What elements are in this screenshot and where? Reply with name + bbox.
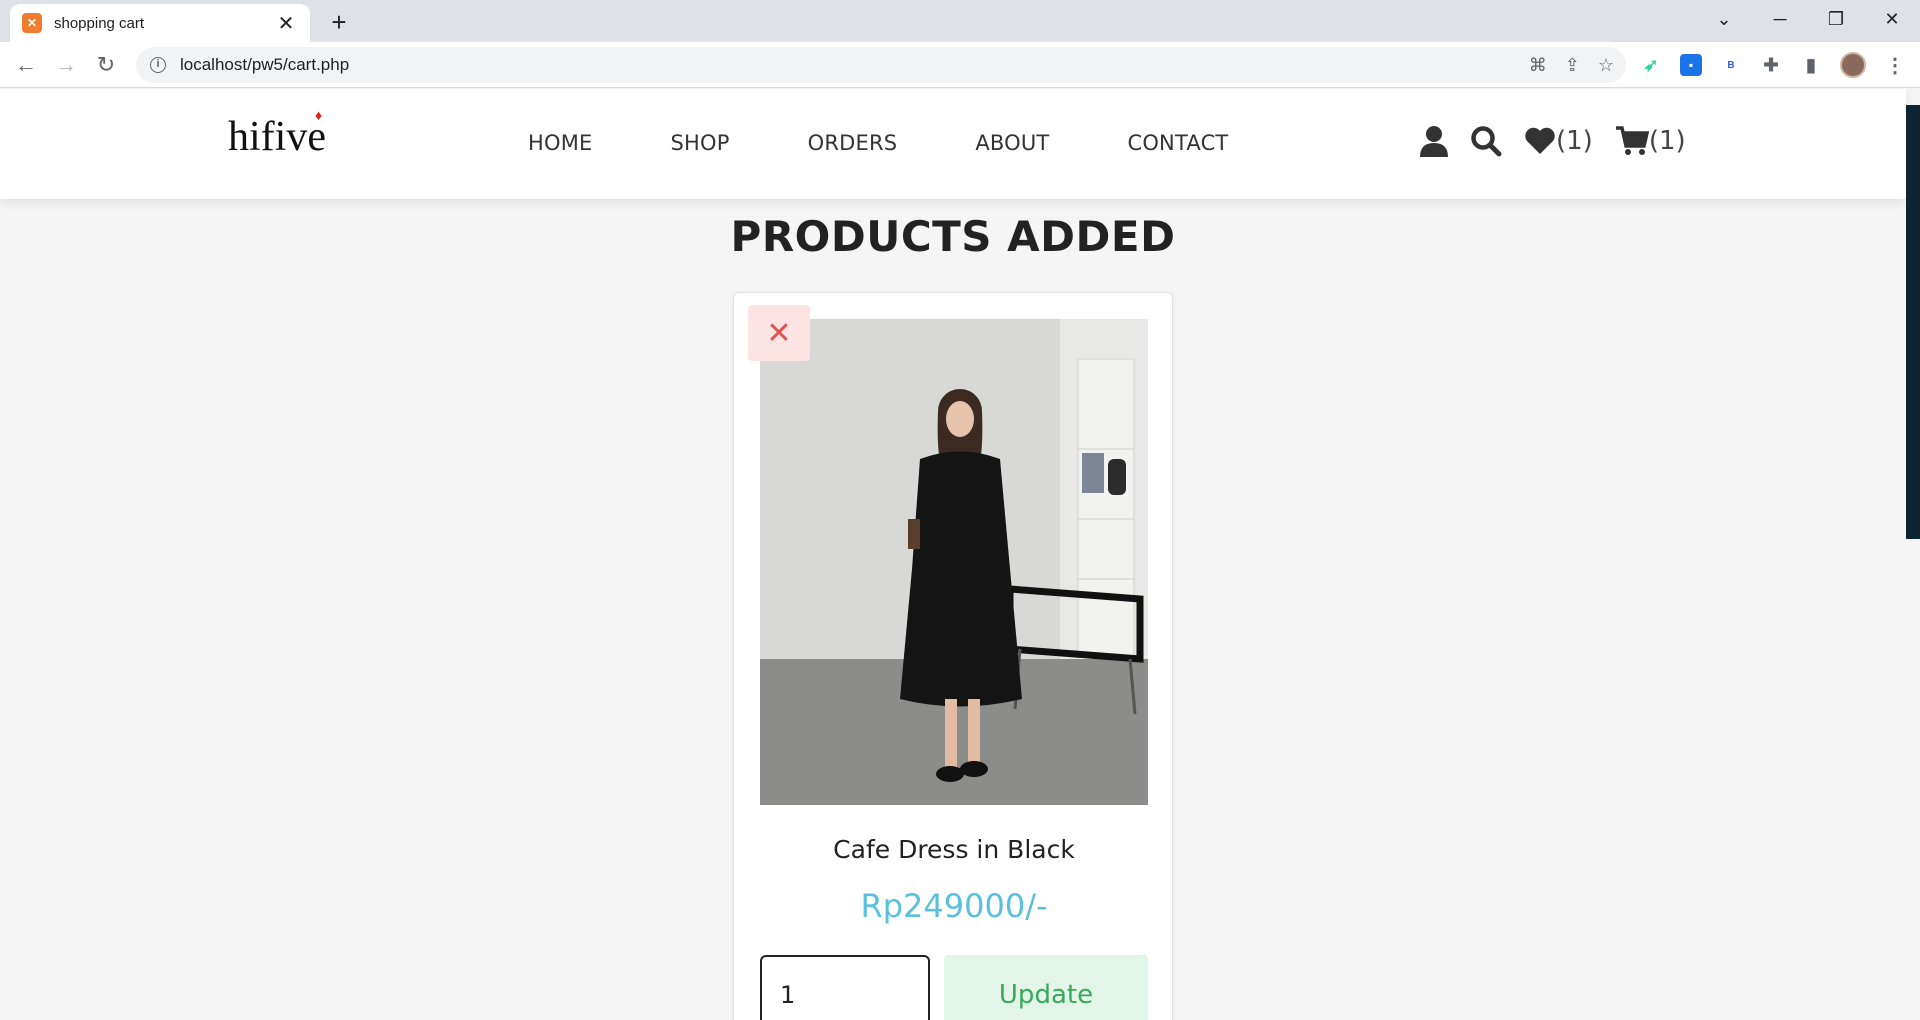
address-bar[interactable]: i localhost/pw5/cart.php ⌘ ⇪ ☆ (136, 47, 1626, 83)
xampp-favicon-icon: ✕ (22, 13, 42, 33)
close-icon: ✕ (766, 316, 792, 350)
profile-avatar[interactable] (1840, 52, 1866, 78)
wishlist-count: (1) (1556, 126, 1593, 156)
page-title: PRODUCTS ADDED (730, 212, 1176, 261)
nav-shop[interactable]: SHOP (671, 131, 730, 155)
share-icon[interactable]: ⇪ (1565, 55, 1580, 76)
browser-menu-icon[interactable]: ⋮ (1884, 54, 1906, 77)
update-button[interactable]: Update (944, 955, 1148, 1020)
browser-toolbar: ← → ↻ i localhost/pw5/cart.php ⌘ ⇪ ☆ ➶ ▪… (0, 42, 1920, 88)
nav-home[interactable]: HOME (528, 131, 593, 155)
translate-icon[interactable]: ⌘ (1529, 55, 1547, 76)
forward-icon[interactable]: → (50, 49, 82, 81)
side-panel-icon[interactable]: ▮ (1800, 54, 1822, 76)
search-icon[interactable] (1470, 125, 1502, 157)
tab-search-icon[interactable]: ⌄ (1696, 0, 1752, 38)
heart-icon (1525, 127, 1555, 154)
logo-text: hifive (228, 114, 326, 160)
page-scrollbar[interactable] (1906, 105, 1920, 539)
cart-count: (1) (1648, 126, 1686, 156)
remove-item-button[interactable]: ✕ (748, 305, 810, 361)
extension-b-icon[interactable]: B (1720, 54, 1742, 76)
product-name: Cafe Dress in Black (833, 835, 1075, 864)
reload-icon[interactable]: ↻ (90, 49, 122, 81)
tab-close-icon[interactable]: ✕ (274, 11, 298, 36)
quantity-input[interactable] (760, 955, 930, 1020)
extension-blue-icon[interactable]: ▪ (1680, 54, 1702, 76)
tab-title: shopping cart (54, 14, 145, 32)
extension-bird-icon[interactable]: ➶ (1640, 54, 1662, 76)
main-nav: HOME SHOP ORDERS ABOUT CONTACT (528, 131, 1306, 155)
close-window-icon[interactable]: ✕ (1864, 0, 1920, 38)
logo-accent-icon: ♦ (315, 109, 323, 124)
site-header: hifive ♦ HOME SHOP ORDERS ABOUT CONTACT … (0, 89, 1906, 199)
window-controls: ⌄ ─ ❐ ✕ (1696, 0, 1920, 38)
header-icons: (1) (1) (1420, 125, 1686, 157)
product-price: Rp249000/- (860, 887, 1048, 925)
nav-contact[interactable]: CONTACT (1127, 131, 1228, 155)
extensions-puzzle-icon[interactable]: ✚ (1760, 54, 1782, 76)
wishlist-button[interactable]: (1) (1524, 126, 1593, 156)
restore-icon[interactable]: ❐ (1808, 0, 1864, 38)
bookmark-star-icon[interactable]: ☆ (1598, 55, 1614, 76)
user-icon[interactable] (1420, 125, 1448, 157)
back-icon[interactable]: ← (10, 49, 42, 81)
nav-orders[interactable]: ORDERS (808, 131, 898, 155)
nav-about[interactable]: ABOUT (975, 131, 1049, 155)
new-tab-button[interactable]: + (324, 8, 354, 38)
info-icon[interactable]: i (150, 57, 166, 73)
product-image (760, 319, 1148, 805)
url-text: localhost/pw5/cart.php (180, 55, 350, 74)
cart-button[interactable]: (1) (1615, 125, 1686, 157)
cart-item-card: ✕ Cafe Dress in Black Rp249000/- 1 Updat… (733, 292, 1173, 1020)
minimize-icon[interactable]: ─ (1752, 0, 1808, 38)
browser-tab[interactable]: ✕ shopping cart ✕ (10, 4, 310, 42)
site-logo[interactable]: hifive ♦ (228, 109, 326, 161)
cart-icon (1615, 126, 1649, 155)
browser-tabstrip: ✕ shopping cart ✕ + ⌄ ─ ❐ ✕ (0, 0, 1920, 42)
